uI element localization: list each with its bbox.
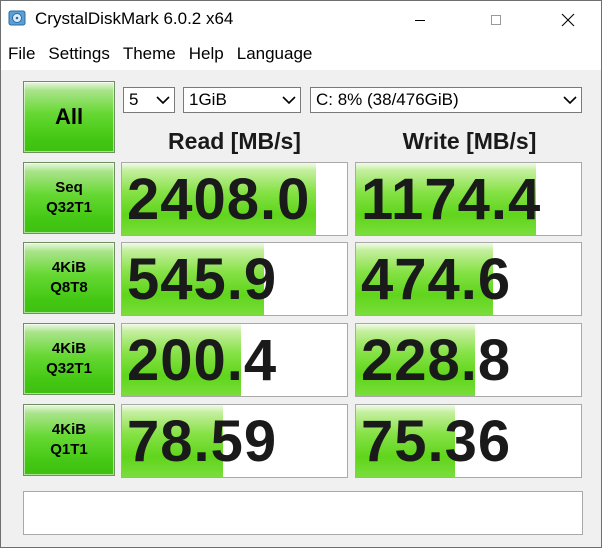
read-column-header: Read [MB/s] bbox=[168, 128, 301, 154]
write-result-4kib-q32t1: 228.8 bbox=[355, 323, 582, 397]
read-result-value: 78.59 bbox=[127, 409, 278, 474]
write-result-value: 75.36 bbox=[361, 409, 512, 474]
close-icon bbox=[561, 13, 575, 26]
read-result-value: 200.4 bbox=[127, 328, 278, 393]
menu-bar: File Settings Theme Help Language bbox=[1, 38, 601, 70]
test-count-select[interactable]: 5 bbox=[123, 87, 175, 113]
test-button-seq-q32t1[interactable]: Seq Q32T1 bbox=[23, 162, 115, 234]
window-title: CrystalDiskMark 6.0.2 x64 bbox=[35, 9, 234, 28]
test-size-value: 1GiB bbox=[189, 90, 227, 109]
comment-field[interactable] bbox=[23, 491, 583, 535]
write-result-seq-q32t1: 1174.4 bbox=[355, 162, 582, 236]
minimize-icon bbox=[415, 19, 425, 21]
drive-value: C: 8% (38/476GiB) bbox=[316, 90, 459, 109]
write-column-header: Write [MB/s] bbox=[402, 128, 537, 154]
test-button-line2: Q8T8 bbox=[50, 279, 88, 296]
read-result-value: 2408.0 bbox=[127, 167, 311, 232]
menu-file[interactable]: File bbox=[1, 38, 41, 70]
write-result-value: 1174.4 bbox=[361, 167, 542, 232]
menu-theme[interactable]: Theme bbox=[116, 38, 182, 70]
write-result-4kib-q8t8: 474.6 bbox=[355, 242, 582, 316]
minimize-button[interactable] bbox=[397, 1, 443, 38]
run-all-button[interactable]: All bbox=[23, 81, 115, 153]
read-result-4kib-q8t8: 545.9 bbox=[121, 242, 348, 316]
close-button[interactable] bbox=[545, 1, 591, 38]
write-result-value: 228.8 bbox=[361, 328, 512, 393]
crystaldiskmark-app-icon bbox=[8, 9, 26, 27]
menu-help[interactable]: Help bbox=[182, 38, 230, 70]
benchmark-panel: All 5 1GiB C: 8% (38/476GiB) Read [MB/s]… bbox=[1, 70, 601, 547]
maximize-icon bbox=[491, 14, 501, 25]
test-button-4kib-q8t8[interactable]: 4KiB Q8T8 bbox=[23, 242, 115, 314]
test-button-4kib-q32t1[interactable]: 4KiB Q32T1 bbox=[23, 323, 115, 395]
chevron-down-icon bbox=[156, 96, 170, 105]
test-button-line1: 4KiB bbox=[51, 340, 87, 357]
read-result-seq-q32t1: 2408.0 bbox=[121, 162, 348, 236]
read-result-4kib-q32t1: 200.4 bbox=[121, 323, 348, 397]
drive-select[interactable]: C: 8% (38/476GiB) bbox=[310, 87, 582, 113]
read-result-4kib-q1t1: 78.59 bbox=[121, 404, 348, 478]
test-button-4kib-q1t1[interactable]: 4KiB Q1T1 bbox=[23, 404, 115, 476]
test-button-line1: 4KiB bbox=[51, 259, 87, 276]
maximize-button[interactable] bbox=[473, 1, 519, 38]
menu-language[interactable]: Language bbox=[230, 38, 319, 70]
write-result-value: 474.6 bbox=[361, 247, 512, 312]
test-button-line1: 4KiB bbox=[51, 421, 87, 438]
test-button-line2: Q32T1 bbox=[46, 199, 92, 216]
test-button-line2: Q32T1 bbox=[46, 360, 92, 377]
test-button-line2: Q1T1 bbox=[50, 441, 88, 458]
app-window: CrystalDiskMark 6.0.2 x64 File Settings … bbox=[0, 0, 602, 548]
chevron-down-icon bbox=[282, 96, 296, 105]
menu-settings[interactable]: Settings bbox=[41, 38, 115, 70]
write-result-4kib-q1t1: 75.36 bbox=[355, 404, 582, 478]
test-size-select[interactable]: 1GiB bbox=[183, 87, 301, 113]
test-button-line1: Seq bbox=[55, 179, 83, 196]
chevron-down-icon bbox=[563, 96, 577, 105]
test-count-value: 5 bbox=[129, 90, 139, 109]
title-bar[interactable]: CrystalDiskMark 6.0.2 x64 bbox=[1, 1, 601, 38]
read-result-value: 545.9 bbox=[127, 247, 278, 312]
